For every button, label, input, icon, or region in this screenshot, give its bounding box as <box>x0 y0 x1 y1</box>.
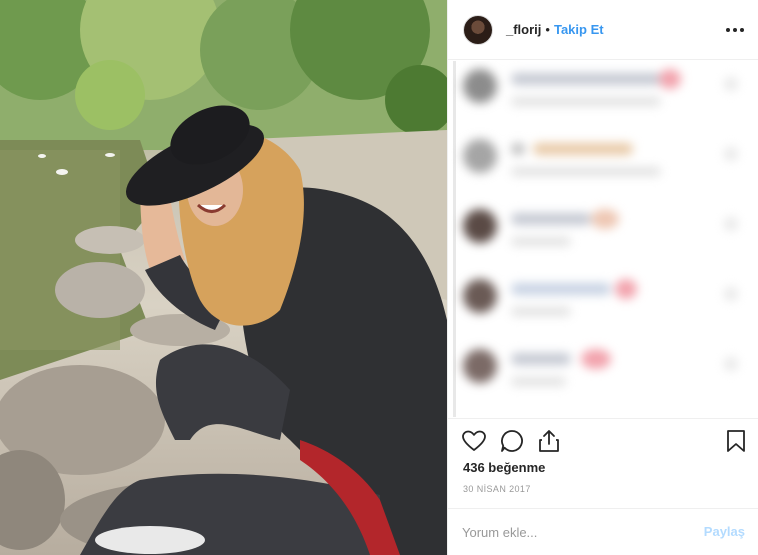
list-item <box>463 203 748 263</box>
follow-button[interactable]: Takip Et <box>554 22 604 37</box>
comment-form: Paylaş <box>448 508 758 555</box>
avatar[interactable] <box>463 14 493 45</box>
share-icon[interactable] <box>536 428 562 454</box>
post-side-panel: _florij • Takip Et 436 beğenme 30 NİSAN … <box>447 0 758 555</box>
separator-dot: • <box>545 22 550 37</box>
comment-input[interactable] <box>462 521 692 543</box>
post-actions <box>448 418 758 458</box>
post-comment-button[interactable]: Paylaş <box>704 524 745 539</box>
list-item <box>463 63 748 123</box>
comments-list[interactable] <box>448 61 758 417</box>
list-item <box>463 133 748 193</box>
bookmark-icon[interactable] <box>723 428 749 454</box>
comment-icon[interactable] <box>499 428 525 454</box>
post-photo[interactable] <box>0 0 447 555</box>
scrollbar[interactable] <box>453 61 456 417</box>
post-date[interactable]: 30 NİSAN 2017 <box>463 484 531 494</box>
more-options-icon[interactable] <box>725 20 745 40</box>
like-count[interactable]: 436 beğenme <box>463 460 545 475</box>
post-header: _florij • Takip Et <box>448 0 758 60</box>
list-item <box>463 343 748 403</box>
username-link[interactable]: _florij <box>506 22 541 37</box>
photo-illustration <box>0 0 447 555</box>
list-item <box>463 273 748 333</box>
heart-icon[interactable] <box>461 428 487 454</box>
